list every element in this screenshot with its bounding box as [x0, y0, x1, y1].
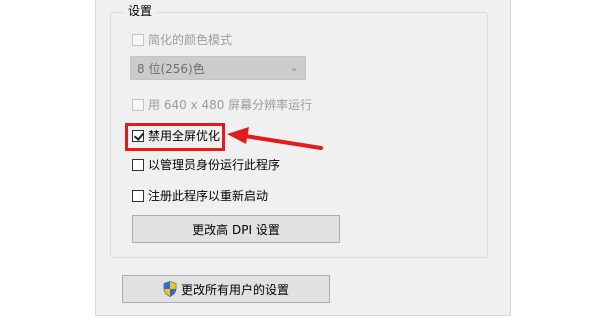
change-high-dpi-settings-label: 更改高 DPI 设置 [192, 222, 280, 237]
reduced-color-mode-checkbox [132, 34, 144, 46]
run-as-admin-checkbox[interactable] [132, 159, 144, 171]
run-640x480-checkbox [132, 99, 144, 111]
settings-group-title: 设置 [124, 4, 157, 18]
change-settings-all-users-button[interactable]: 更改所有用户的设置 [122, 275, 330, 303]
reduced-color-mode-option: 简化的颜色模式 [132, 32, 232, 48]
run-as-admin-option[interactable]: 以管理员身份运行此程序 [132, 157, 280, 173]
run-640x480-label: 用 640 x 480 屏幕分辨率运行 [148, 98, 313, 112]
highlight-box [125, 123, 225, 151]
run-as-admin-label: 以管理员身份运行此程序 [148, 158, 281, 172]
reduced-color-mode-label: 简化的颜色模式 [148, 33, 233, 47]
shield-icon [163, 281, 177, 297]
register-restart-label: 注册此程序以重新启动 [148, 189, 269, 203]
chevron-down-icon: ⌄ [289, 61, 299, 74]
run-640x480-option: 用 640 x 480 屏幕分辨率运行 [132, 97, 312, 113]
color-depth-select: 8 位(256)色 ⌄ [130, 56, 306, 80]
register-restart-option[interactable]: 注册此程序以重新启动 [132, 188, 268, 204]
color-depth-value: 8 位(256)色 [137, 61, 205, 76]
change-settings-all-users-label: 更改所有用户的设置 [180, 282, 289, 297]
change-high-dpi-settings-button[interactable]: 更改高 DPI 设置 [132, 215, 340, 243]
register-restart-checkbox[interactable] [132, 190, 144, 202]
red-arrow-icon [227, 127, 323, 150]
